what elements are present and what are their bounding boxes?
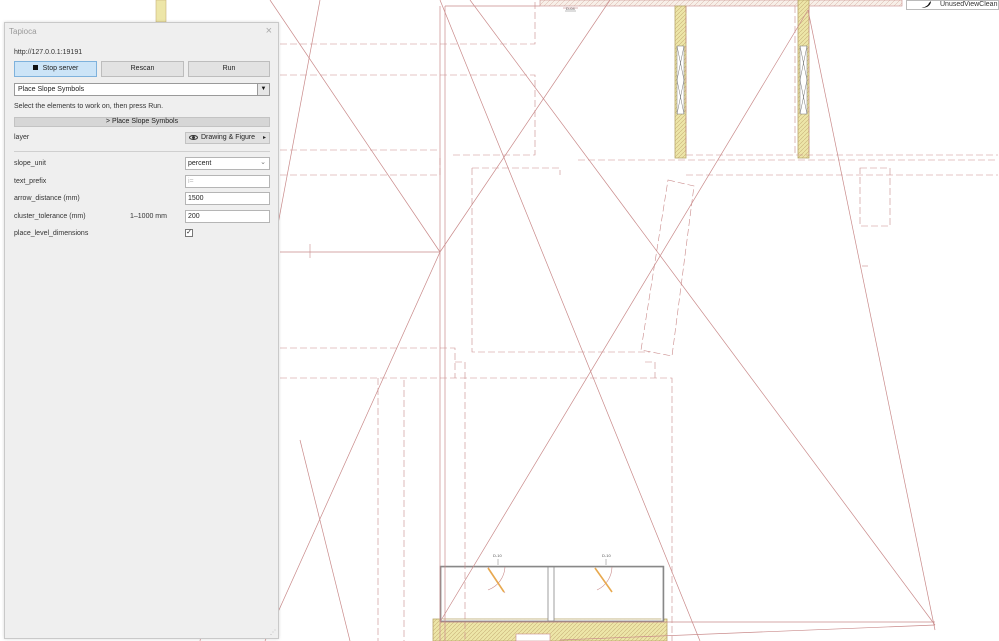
slope-unit-select[interactable]: percent ⌄: [185, 157, 270, 170]
door-tag-right: D-10: [602, 553, 611, 558]
panel-title: Tapioca: [9, 27, 37, 36]
arrow-distance-input[interactable]: 1500: [185, 192, 270, 205]
eye-icon: [189, 135, 198, 140]
place-level-dimensions-checkbox[interactable]: ✓: [185, 229, 193, 237]
resize-grip-icon[interactable]: ⋰: [270, 629, 276, 636]
separator: [14, 151, 270, 152]
cluster-tolerance-label: cluster_tolerance (mm): [14, 213, 86, 220]
stop-server-label: Stop server: [42, 65, 79, 72]
diagonal-lines: [199, 0, 936, 641]
door-swing-right: [596, 566, 613, 591]
layer-label: layer: [14, 134, 30, 141]
server-url: http://127.0.0.1:19191: [14, 49, 83, 56]
run-button[interactable]: Run: [188, 61, 270, 77]
command-section-header[interactable]: > Place Slope Symbols: [14, 117, 270, 127]
place-level-dimensions-label: place_level_dimensions: [14, 230, 89, 237]
opening-frame-b: [799, 45, 808, 115]
layer-selector-button[interactable]: Drawing & Figure ▸: [185, 132, 270, 144]
cluster-tolerance-range: 1–1000 mm: [130, 213, 167, 220]
layer-value: Drawing & Figure: [201, 134, 256, 141]
stop-icon: [32, 65, 38, 70]
chevron-down-icon: ⌄: [260, 159, 266, 166]
command-select[interactable]: Place Slope Symbols ▼: [14, 83, 270, 96]
panel-titlebar[interactable]: Tapioca ×: [5, 23, 278, 41]
swirl-icon: [921, 1, 931, 8]
cluster-tolerance-input[interactable]: 200: [185, 210, 270, 223]
structure-lines: [280, 5, 540, 641]
text-prefix-label: text_prefix: [14, 178, 47, 185]
close-icon[interactable]: ×: [266, 25, 272, 37]
chevron-right-icon: ▸: [262, 135, 266, 141]
dropdown-arrow-icon[interactable]: ▼: [257, 84, 269, 95]
command-select-value: Place Slope Symbols: [18, 86, 85, 93]
stop-server-button[interactable]: Stop server: [14, 61, 97, 77]
door-tag-top: D-04: [566, 6, 575, 11]
tapioca-panel: Tapioca × http://127.0.0.1:19191 Stop se…: [4, 22, 279, 639]
text-prefix-input[interactable]: i=: [185, 175, 270, 188]
top-wall-strip: [539, 0, 903, 7]
interior-partition: [547, 566, 555, 622]
column-left-top: [155, 0, 167, 23]
dashed-outlines: [280, 0, 998, 641]
slope-unit-label: slope_unit: [14, 160, 46, 167]
opening-frame-a: [676, 45, 685, 115]
instruction-text: Select the elements to work on, then pre…: [14, 103, 164, 110]
rescan-button[interactable]: Rescan: [101, 61, 184, 77]
tick-marks: [309, 7, 868, 267]
door-tag-left: D-10: [493, 553, 502, 558]
slope-unit-value: percent: [188, 160, 212, 167]
arrow-distance-label: arrow_distance (mm): [14, 195, 80, 202]
